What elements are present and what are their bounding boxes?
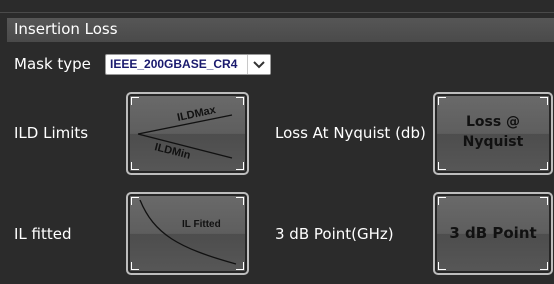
ild-max-text: ILDMax [176,104,218,124]
three-db-point-button[interactable]: 3 dB Point [433,192,553,275]
ild-limits-button[interactable]: ILDMax ILDMin [126,92,249,175]
chevron-down-icon[interactable] [247,55,270,74]
ild-limits-graph-icon: ILDMax ILDMin [137,104,233,162]
corner-mark [540,162,548,170]
corner-mark [540,97,548,105]
il-fitted-curve-icon: IL Fitted [139,199,237,265]
loss-at-nyquist-button[interactable]: Loss @ Nyquist [433,92,553,175]
panel-title: Insertion Loss [14,20,118,38]
loss-nyquist-line2: Nyquist [462,134,524,150]
corner-mark [540,197,548,205]
corner-mark [540,262,548,270]
panel-header: Insertion Loss [7,18,554,42]
top-divider [0,12,554,13]
ild-min-text: ILDMin [153,141,192,162]
loss-nyquist-line1: Loss @ [465,114,521,130]
loss-at-nyquist-label: Loss At Nyquist (db) [275,124,426,142]
ild-limits-label: ILD Limits [14,124,89,142]
corner-mark [438,97,446,105]
mask-type-value: IEEE_200GBASE_CR4 [110,57,238,71]
corner-mark [438,262,446,270]
il-fitted-text: IL Fitted [182,219,221,230]
insertion-loss-panel: Insertion Loss Mask type IEEE_200GBASE_C… [0,0,554,284]
corner-mark [438,197,446,205]
three-db-point-label: 3 dB Point(GHz) [275,225,394,243]
mask-type-label: Mask type [14,55,91,73]
three-db-point-text: 3 dB Point [449,224,537,242]
il-fitted-button[interactable]: IL Fitted [126,192,249,275]
il-fitted-label: IL fitted [14,225,72,243]
mask-type-select[interactable]: IEEE_200GBASE_CR4 [105,54,271,75]
corner-mark [438,162,446,170]
